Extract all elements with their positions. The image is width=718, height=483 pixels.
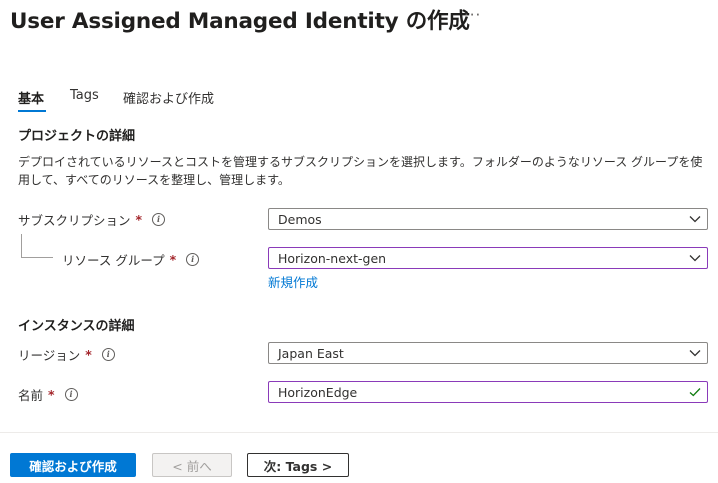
required-marker: * — [169, 252, 177, 267]
tab-review-create[interactable]: 確認および作成 — [123, 88, 214, 107]
name-label: 名前 * i — [18, 385, 78, 404]
project-details-description: デプロイされているリソースとコストを管理するサブスクリプションを選択します。フォ… — [18, 155, 703, 187]
info-icon[interactable]: i — [186, 253, 200, 266]
tree-connector-vertical — [21, 234, 22, 257]
review-create-button[interactable]: 確認および作成 — [10, 453, 136, 477]
create-new-resource-group-link[interactable]: 新規作成 — [268, 272, 318, 291]
subscription-label-text: サブスクリプション — [18, 213, 131, 228]
instance-details-heading: インスタンスの詳細 — [18, 319, 135, 334]
subscription-dropdown[interactable]: Demos — [268, 208, 708, 230]
resource-group-label: リソース グループ * i — [62, 250, 200, 269]
page-title: User Assigned Managed Identity の作成 — [10, 9, 470, 34]
tree-connector-horizontal — [21, 257, 53, 258]
name-input[interactable]: HorizonEdge — [268, 381, 708, 403]
resource-group-label-text: リソース グループ — [62, 253, 165, 268]
required-marker: * — [85, 347, 92, 362]
info-icon[interactable]: i — [64, 388, 78, 401]
required-marker: * — [135, 212, 143, 227]
region-label: リージョン * i — [18, 345, 115, 364]
resource-group-dropdown[interactable]: Horizon-next-gen — [268, 247, 708, 269]
subscription-label: サブスクリプション * i — [18, 210, 166, 229]
info-icon[interactable]: i — [101, 348, 115, 361]
project-details-heading: プロジェクトの詳細 — [18, 129, 136, 144]
name-value: HorizonEdge — [278, 384, 358, 400]
chevron-down-icon — [683, 209, 707, 229]
chevron-down-icon — [683, 248, 707, 268]
tab-tags[interactable]: Tags — [70, 88, 99, 103]
info-icon[interactable]: i — [152, 213, 166, 226]
chevron-down-icon — [683, 343, 707, 363]
tab-basics[interactable]: 基本 — [18, 88, 44, 107]
next-tags-button[interactable]: 次: Tags > — [247, 453, 349, 477]
more-icon[interactable]: ··· — [464, 6, 481, 24]
region-value: Japan East — [278, 345, 344, 361]
required-marker: * — [48, 387, 55, 402]
footer-divider — [0, 432, 718, 433]
name-label-text: 名前 — [18, 388, 44, 403]
checkmark-icon — [683, 382, 707, 402]
subscription-value: Demos — [278, 211, 322, 227]
resource-group-value: Horizon-next-gen — [278, 250, 387, 266]
region-dropdown[interactable]: Japan East — [268, 342, 708, 364]
region-label-text: リージョン — [18, 348, 81, 363]
previous-button[interactable]: < 前へ — [152, 453, 232, 477]
active-tab-indicator — [18, 110, 46, 112]
